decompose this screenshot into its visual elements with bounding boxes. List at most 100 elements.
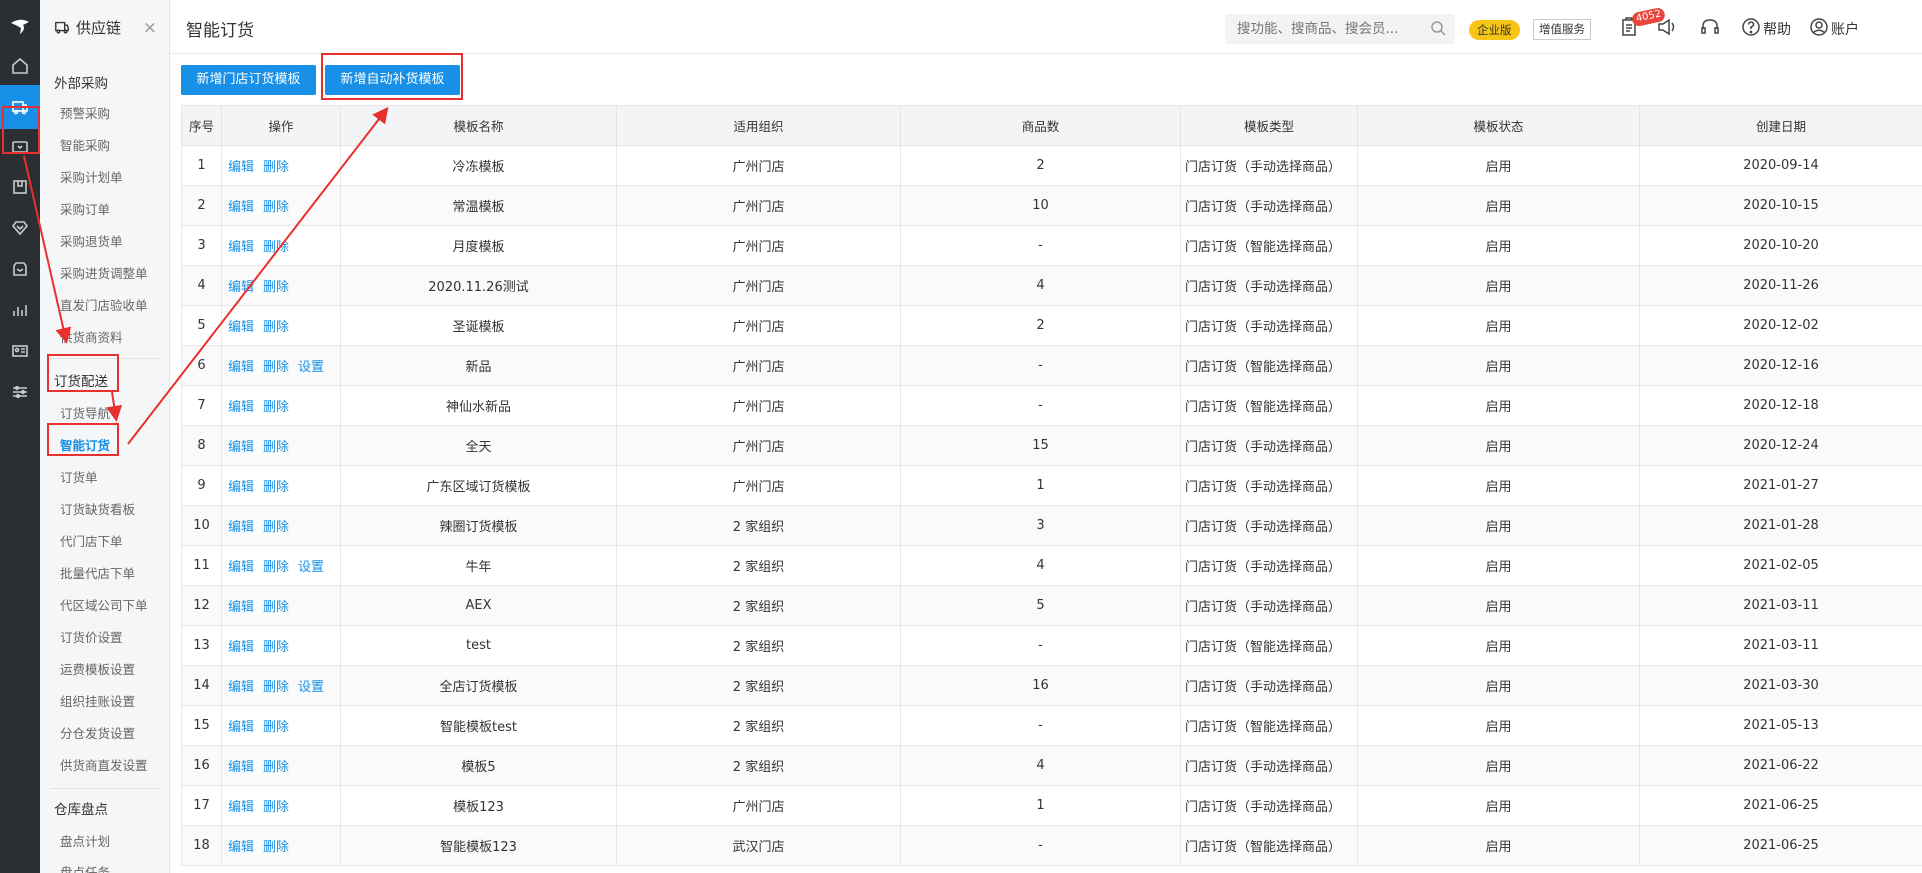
- edit-link[interactable]: 编辑: [228, 160, 254, 175]
- edit-link[interactable]: 编辑: [228, 560, 254, 575]
- menu-item[interactable]: 智能采购: [60, 135, 110, 154]
- edit-link[interactable]: 编辑: [228, 640, 254, 655]
- menu-item[interactable]: 批量代店下单: [60, 563, 135, 582]
- settings-link[interactable]: 设置: [298, 680, 324, 695]
- edit-link[interactable]: 编辑: [228, 280, 254, 295]
- column-header[interactable]: 商品数: [900, 105, 1181, 146]
- edit-link[interactable]: 编辑: [228, 240, 254, 255]
- menu-item[interactable]: 直发门店验收单: [60, 295, 148, 314]
- diamond-icon[interactable]: [0, 206, 40, 250]
- delete-link[interactable]: 删除: [263, 480, 289, 495]
- user-icon[interactable]: [1809, 17, 1829, 37]
- menu-item[interactable]: 订货单: [60, 467, 98, 486]
- edit-link[interactable]: 编辑: [228, 760, 254, 775]
- delete-link[interactable]: 删除: [263, 200, 289, 215]
- delete-link[interactable]: 删除: [263, 640, 289, 655]
- table-body: 1 编辑 删除 冷冻模板 广州门店 2 门店订货（手动选择商品） 启用 2020-09-14 2 编…: [181, 145, 1922, 866]
- delete-link[interactable]: 删除: [263, 280, 289, 295]
- value-added-services-button[interactable]: 增值服务: [1533, 19, 1591, 40]
- column-header[interactable]: 适用组织: [616, 105, 901, 146]
- new-store-order-template-button[interactable]: 新增门店订货模板: [181, 65, 316, 95]
- menu-item[interactable]: 代区域公司下单: [60, 595, 148, 614]
- delete-link[interactable]: 删除: [263, 400, 289, 415]
- menu-item[interactable]: 供货商资料: [60, 327, 123, 346]
- edit-link[interactable]: 编辑: [228, 320, 254, 335]
- menu-item[interactable]: 采购订单: [60, 199, 110, 218]
- help-icon[interactable]: [1741, 17, 1761, 37]
- help-link[interactable]: 帮助: [1763, 19, 1791, 39]
- menu-item[interactable]: 订货缺货看板: [60, 499, 135, 518]
- edit-link[interactable]: 编辑: [228, 720, 254, 735]
- cell-date: 2020-12-24: [1639, 425, 1922, 466]
- account-link[interactable]: 账户: [1831, 19, 1859, 39]
- edit-link[interactable]: 编辑: [228, 440, 254, 455]
- search-box[interactable]: [1225, 14, 1455, 44]
- cell-ops: 编辑 删除: [221, 225, 341, 266]
- box-icon[interactable]: [0, 165, 40, 209]
- group-title-external-purchase[interactable]: 外部采购: [54, 72, 108, 92]
- settings-link[interactable]: 设置: [298, 360, 324, 375]
- cell-date: 2020-12-16: [1639, 345, 1922, 386]
- group-title-warehouse-inventory[interactable]: 仓库盘点: [54, 798, 108, 818]
- menu-item[interactable]: 采购退货单: [60, 231, 123, 250]
- menu-item[interactable]: 采购进货调整单: [60, 263, 148, 282]
- delete-link[interactable]: 删除: [263, 600, 289, 615]
- cell-type: 门店订货（智能选择商品）: [1180, 345, 1358, 386]
- cell-type: 门店订货（手动选择商品）: [1180, 745, 1358, 786]
- delete-link[interactable]: 删除: [263, 520, 289, 535]
- close-icon[interactable]: ×: [143, 18, 157, 38]
- column-header[interactable]: 序号: [181, 105, 222, 146]
- column-header[interactable]: 创建日期: [1639, 105, 1922, 146]
- column-header[interactable]: 模板状态: [1357, 105, 1640, 146]
- headset-icon[interactable]: [1700, 17, 1720, 37]
- chart-icon[interactable]: [0, 288, 40, 332]
- search-icon[interactable]: [1430, 20, 1447, 37]
- store-icon[interactable]: [0, 247, 40, 291]
- menu-item[interactable]: 分仓发货设置: [60, 723, 135, 742]
- delete-link[interactable]: 删除: [263, 320, 289, 335]
- sliders-icon[interactable]: [0, 370, 40, 414]
- settings-link[interactable]: 设置: [298, 560, 324, 575]
- menu-item[interactable]: 供货商直发设置: [60, 755, 148, 774]
- id-card-icon[interactable]: [0, 329, 40, 373]
- menu-item[interactable]: 预警采购: [60, 103, 110, 122]
- menu-item[interactable]: 代门店下单: [60, 531, 123, 550]
- cell-date: 2021-06-22: [1639, 745, 1922, 786]
- delete-link[interactable]: 删除: [263, 760, 289, 775]
- menu-item[interactable]: 组织挂账设置: [60, 691, 135, 710]
- delete-link[interactable]: 删除: [263, 720, 289, 735]
- edit-link[interactable]: 编辑: [228, 600, 254, 615]
- menu-item[interactable]: 盘点任务: [60, 862, 110, 873]
- edit-link[interactable]: 编辑: [228, 520, 254, 535]
- menu-item[interactable]: 运费模板设置: [60, 659, 135, 678]
- edit-link[interactable]: 编辑: [228, 680, 254, 695]
- delete-link[interactable]: 删除: [263, 560, 289, 575]
- cell-type: 门店订货（手动选择商品）: [1180, 665, 1358, 706]
- edit-link[interactable]: 编辑: [228, 480, 254, 495]
- edition-badge[interactable]: 企业版: [1469, 20, 1520, 40]
- cell-type: 门店订货（手动选择商品）: [1180, 585, 1358, 626]
- delete-link[interactable]: 删除: [263, 160, 289, 175]
- menu-item[interactable]: 盘点计划: [60, 831, 110, 850]
- delete-link[interactable]: 删除: [263, 680, 289, 695]
- delete-link[interactable]: 删除: [263, 800, 289, 815]
- edit-link[interactable]: 编辑: [228, 840, 254, 855]
- delete-link[interactable]: 删除: [263, 360, 289, 375]
- edit-link[interactable]: 编辑: [228, 800, 254, 815]
- menu-item[interactable]: 订货价设置: [60, 627, 123, 646]
- delete-link[interactable]: 删除: [263, 840, 289, 855]
- edit-link[interactable]: 编辑: [228, 360, 254, 375]
- column-header[interactable]: 模板类型: [1180, 105, 1358, 146]
- menu-item[interactable]: 订货导航: [60, 403, 110, 422]
- delete-link[interactable]: 删除: [263, 240, 289, 255]
- cell-date: 2021-03-11: [1639, 625, 1922, 666]
- menu-item[interactable]: 采购计划单: [60, 167, 123, 186]
- column-header[interactable]: 模板名称: [340, 105, 617, 146]
- edit-link[interactable]: 编辑: [228, 400, 254, 415]
- home-icon[interactable]: [0, 44, 40, 88]
- delete-link[interactable]: 删除: [263, 440, 289, 455]
- cell-type: 门店订货（手动选择商品）: [1180, 425, 1358, 466]
- search-input[interactable]: [1225, 14, 1415, 44]
- edit-link[interactable]: 编辑: [228, 200, 254, 215]
- column-header[interactable]: 操作: [221, 105, 341, 146]
